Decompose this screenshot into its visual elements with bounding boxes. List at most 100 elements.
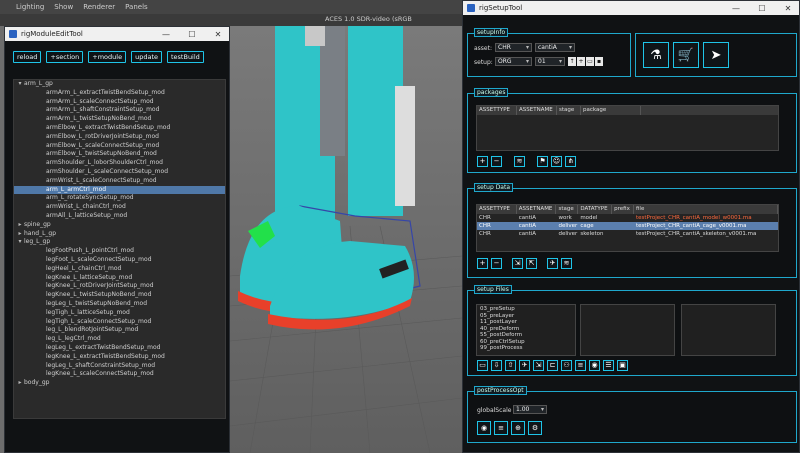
col-file[interactable]: file [634, 205, 778, 214]
tree-module-item[interactable]: legFootPush_L_pointCtrl_mod [14, 247, 225, 256]
tree-module-item[interactable]: armArm_L_twistSetupNoBend_mod [14, 115, 225, 124]
tree-module-item[interactable]: legHeel_L_chainCtrl_mod [14, 265, 225, 274]
packages-table[interactable]: ASSETTYPE ASSETNAME stage package [476, 105, 779, 151]
lock-icon[interactable]: ▪ [595, 57, 603, 66]
wifi-icon[interactable]: ≋ [561, 258, 572, 269]
col-datatype[interactable]: DATATYPE [578, 205, 613, 214]
tree-group-item[interactable]: ▾ leg_L_gp [14, 238, 225, 247]
gear-icon[interactable]: ⚙ [528, 421, 542, 435]
expand-arrow-icon[interactable]: ▾ [16, 80, 24, 89]
tree-group-item[interactable]: ▸ body_gp [14, 379, 225, 388]
tree-module-item[interactable]: armAll_L_latticeSetup_mod [14, 212, 225, 221]
col-assetname[interactable]: ASSETNAME [517, 106, 557, 115]
close-icon[interactable]: ✕ [207, 30, 229, 39]
tree-module-item[interactable]: armWrist_L_chainCtrl_mod [14, 203, 225, 212]
col-stage[interactable]: stage [557, 106, 581, 115]
export-icon[interactable]: ⇱ [526, 258, 537, 269]
tree-module-item[interactable]: leg_L_legCtrl_mod [14, 335, 225, 344]
import-icon[interactable]: ⇲ [533, 360, 544, 371]
minimize-icon[interactable]: — [725, 4, 747, 13]
tree-module-item[interactable]: armElbow_L_scaleConnectSetup_mod [14, 142, 225, 151]
setup-files-preview[interactable] [681, 304, 776, 356]
maximize-icon[interactable]: ☐ [751, 4, 773, 13]
expand-arrow-icon[interactable]: ▸ [16, 221, 24, 230]
table-row[interactable]: CHR cantiA deliver skeleton testProject_CHR_… [477, 230, 778, 238]
eye-icon[interactable]: ◉ [589, 360, 600, 371]
version-up-icon[interactable]: ↑ [568, 57, 576, 66]
tree-group-item[interactable]: ▸ spine_gp [14, 221, 225, 230]
col-prefix[interactable]: prefix [612, 205, 634, 214]
tree-module-item[interactable]: legKnee_L_rotDriverJointSetup_mod [14, 282, 225, 291]
tree-module-item[interactable]: legKnee_L_twistSetupNoBend_mod [14, 291, 225, 300]
tree-group-item[interactable]: ▸ hand_L_gp [14, 230, 225, 239]
setup-data-table[interactable]: ASSETTYPE ASSETNAME stage DATATYPE prefi… [476, 204, 779, 252]
list-icon[interactable]: ≡ [494, 421, 508, 435]
menu-renderer[interactable]: Renderer [83, 3, 115, 11]
tree-module-item[interactable]: armElbow_L_twistSetupNoBend_mod [14, 150, 225, 159]
list-icon[interactable]: ≡ [575, 360, 586, 371]
tree-module-item[interactable]: armShoulder_L_loborShoulderCtrl_mod [14, 159, 225, 168]
add-version-icon[interactable]: + [577, 57, 585, 66]
update-button[interactable]: update [131, 51, 162, 63]
maximize-icon[interactable]: ☐ [181, 30, 203, 39]
tree-module-item[interactable]: leg_L_blendRotJointSetup_mod [14, 326, 225, 335]
user-icon[interactable]: ☺ [551, 156, 562, 167]
tree-module-item[interactable]: armArm_L_extractTwistBendSetup_mod [14, 89, 225, 98]
folder-icon[interactable]: ▭ [477, 360, 488, 371]
eye-icon[interactable]: ◉ [477, 421, 491, 435]
tree-module-item[interactable]: legFoot_L_scaleConnectSetup_mod [14, 256, 225, 265]
tree-module-item[interactable]: armElbow_L_extractTwistBendSetup_mod [14, 124, 225, 133]
cart-icon[interactable]: 🛒 [673, 42, 699, 68]
table-row[interactable]: CHR cantiA work model testProject_CHR_cantiA… [477, 214, 778, 222]
tree-module-item[interactable]: armArm_L_scaleConnectSetup_mod [14, 98, 225, 107]
nodes-icon[interactable]: ⚇ [561, 360, 572, 371]
asset-name-combo[interactable]: cantiA [535, 43, 575, 52]
plane-icon[interactable]: ✈ [519, 360, 530, 371]
global-scale-spinbox[interactable]: 1.00 [513, 405, 547, 414]
col-assettype[interactable]: ASSETTYPE [477, 205, 517, 214]
setup-files-detail[interactable] [580, 304, 675, 356]
rocket-icon[interactable]: ✈ [547, 258, 558, 269]
setup-version-combo[interactable]: 01 [535, 57, 565, 66]
reload-button[interactable]: reload [13, 51, 42, 63]
menu-lighting[interactable]: Lighting [16, 3, 44, 11]
remove-icon[interactable]: − [491, 258, 502, 269]
module-tree[interactable]: ▾ arm_L_gp armArm_L_extractTwistBendSetup_… [13, 79, 226, 419]
wifi-icon[interactable]: ≋ [514, 156, 525, 167]
flask-icon[interactable]: ⚗ [643, 42, 669, 68]
col-assettype[interactable]: ASSETTYPE [477, 106, 517, 115]
test-build-button[interactable]: testBuild [167, 51, 204, 63]
send-icon[interactable]: ➤ [703, 42, 729, 68]
expand-arrow-icon[interactable]: ▾ [16, 238, 24, 247]
target-icon[interactable]: ⊕ [511, 421, 525, 435]
upload-icon[interactable]: ⇧ [505, 360, 516, 371]
list-item[interactable]: 99_postProcess [480, 345, 572, 352]
col-stage[interactable]: stage [556, 205, 579, 214]
download-icon[interactable]: ⇩ [491, 360, 502, 371]
tree-module-item[interactable]: legTigh_L_scaleConnectSetup_mod [14, 318, 225, 327]
expand-arrow-icon[interactable]: ▸ [16, 230, 24, 239]
remove-icon[interactable]: − [491, 156, 502, 167]
menu-icon[interactable]: ☰ [603, 360, 614, 371]
tree-module-item[interactable]: armElbow_L_rotDriverJointSetup_mod [14, 133, 225, 142]
add-section-button[interactable]: +section [46, 51, 84, 63]
tree-module-item[interactable]: legTigh_L_latticeSetup_mod [14, 309, 225, 318]
tree-module-item[interactable]: arm_L_rotateSyncSetup_mod [14, 194, 225, 203]
flag-icon[interactable]: ⚑ [537, 156, 548, 167]
folder-icon[interactable]: ▭ [586, 57, 594, 66]
col-package[interactable]: package [581, 106, 641, 115]
close-icon[interactable]: ✕ [777, 4, 799, 13]
col-assetname[interactable]: ASSETNAME [517, 205, 557, 214]
tree-module-item[interactable]: armWrist_L_scaleConnectSetup_mod [14, 177, 225, 186]
minimize-icon[interactable]: — [155, 30, 177, 39]
tree-module-item[interactable]: legLeg_L_extractTwistBendSetup_mod [14, 344, 225, 353]
tree-module-item[interactable]: legLeg_L_twistSetupNoBend_mod [14, 300, 225, 309]
save-icon[interactable]: ▣ [617, 360, 628, 371]
tree-module-item[interactable]: legKnee_L_latticeSetup_mod [14, 274, 225, 283]
add-icon[interactable]: + [477, 258, 488, 269]
tree-module-item[interactable]: armArm_L_shaftConstraintSetup_mod [14, 106, 225, 115]
table-row[interactable]: CHR cantiA deliver cage testProject_CHR_cant… [477, 222, 778, 230]
add-icon[interactable]: + [477, 156, 488, 167]
import-icon[interactable]: ⇲ [512, 258, 523, 269]
setup-files-list[interactable]: 03_preSetup 05_preLayer 11_postLayer 40_pre… [476, 304, 576, 356]
